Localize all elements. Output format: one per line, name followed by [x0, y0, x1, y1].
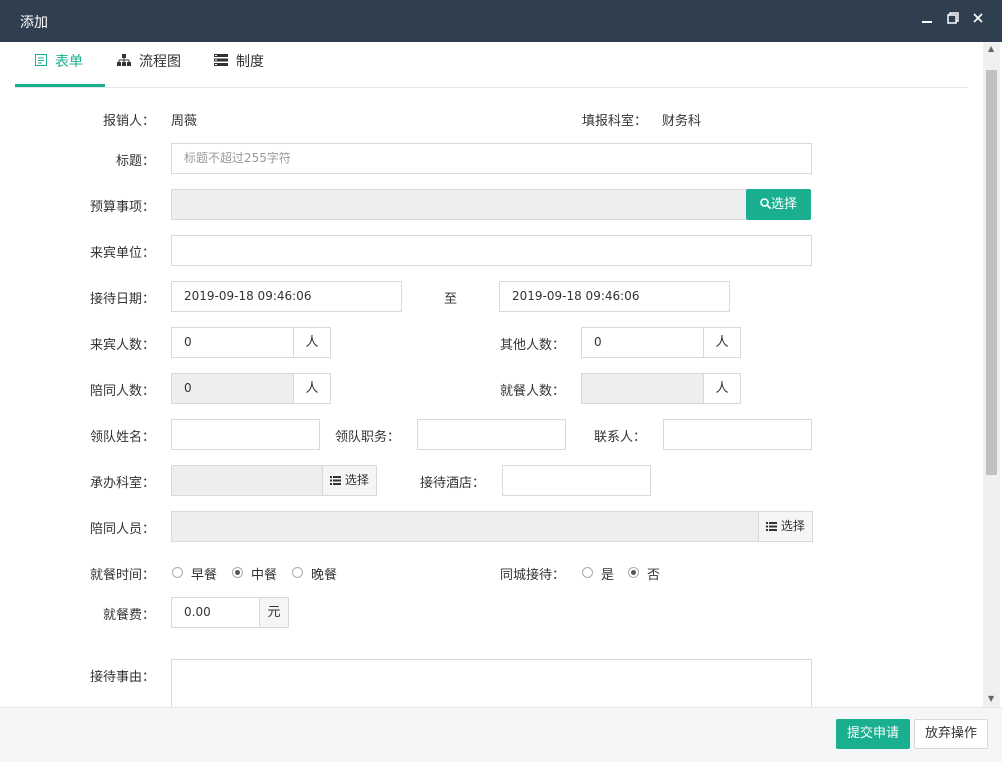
same-city-label: 同城接待： [499, 568, 565, 583]
window-title: 添加 [20, 15, 48, 31]
leader-name-input[interactable] [171, 419, 320, 450]
leader-title-input[interactable] [417, 419, 566, 450]
date-to-label: 至 [444, 292, 458, 307]
guest-count-label: 来宾人数： [89, 338, 155, 353]
accompany-staff-input[interactable] [171, 511, 759, 542]
tab-policy-label: 制度 [236, 54, 264, 70]
list-icon [766, 519, 778, 533]
handling-dept-label: 承办科室： [89, 476, 155, 491]
meal-count-input [581, 373, 704, 404]
list-icon [214, 42, 228, 82]
minimize-icon[interactable] [919, 12, 935, 28]
radio-breakfast-label: 早餐 [191, 568, 218, 583]
contact-input[interactable] [663, 419, 812, 450]
budget-label: 预算事项： [89, 200, 155, 215]
accompany-staff-label: 陪同人员： [89, 522, 155, 537]
cancel-button[interactable]: 放弃操作 [914, 719, 988, 749]
radio-dinner[interactable] [292, 567, 303, 578]
date-label: 接待日期： [89, 292, 155, 307]
tab-policy[interactable]: 制度 [214, 42, 284, 87]
radio-dinner-label: 晚餐 [311, 568, 338, 583]
radio-lunch[interactable] [232, 567, 243, 578]
meal-fee-label: 就餐费： [102, 608, 155, 623]
tab-flowchart-label: 流程图 [139, 54, 181, 70]
search-icon [760, 197, 772, 212]
handling-dept-select-label: 选择 [344, 473, 369, 487]
meal-time-label: 就餐时间： [89, 568, 155, 583]
reason-textarea[interactable] [171, 659, 812, 707]
budget-select-button[interactable]: 选择 [746, 189, 811, 220]
radio-breakfast[interactable] [172, 567, 183, 578]
radio-same-city-yes-label: 是 [601, 568, 615, 583]
flowchart-icon [117, 42, 131, 82]
date-to-input[interactable]: 2019-09-18 09:46:06 [499, 281, 730, 312]
handling-dept-select-button[interactable]: 选择 [322, 465, 377, 496]
accompany-count-input: 0 [171, 373, 294, 404]
close-icon[interactable] [970, 12, 986, 28]
accompany-count-label: 陪同人数： [89, 384, 155, 399]
budget-input[interactable] [171, 189, 747, 220]
restore-icon[interactable] [945, 12, 961, 28]
contact-label: 联系人： [593, 430, 646, 445]
other-count-unit: 人 [703, 327, 741, 358]
dialog-footer: 提交申请 放弃操作 [0, 707, 1002, 762]
date-from-input[interactable]: 2019-09-18 09:46:06 [171, 281, 402, 312]
guest-count-input[interactable]: 0 [171, 327, 294, 358]
leader-name-label: 领队姓名： [89, 430, 155, 445]
accompany-staff-select-label: 选择 [780, 519, 805, 533]
guest-unit-input[interactable] [171, 235, 812, 266]
other-count-label: 其他人数： [499, 338, 565, 353]
radio-lunch-label: 中餐 [251, 568, 278, 583]
radio-same-city-no[interactable] [628, 567, 639, 578]
tab-form-label: 表单 [55, 54, 83, 70]
scrollbar[interactable]: ▲ ▼ [983, 42, 1000, 707]
guest-count-unit: 人 [293, 327, 331, 358]
dept-label: 填报科室： [581, 114, 647, 129]
reporter-label: 报销人： [102, 114, 155, 129]
guest-unit-label: 来宾单位： [89, 246, 155, 261]
other-count-input[interactable]: 0 [581, 327, 704, 358]
scrollbar-thumb[interactable] [986, 70, 997, 475]
tab-bar: 表单 流程图 制度 [15, 42, 968, 88]
meal-count-unit: 人 [703, 373, 741, 404]
scroll-down-icon[interactable]: ▼ [988, 694, 994, 703]
reporter-value: 周薇 [171, 114, 198, 129]
reason-label: 接待事由： [89, 670, 155, 685]
submit-button[interactable]: 提交申请 [836, 719, 910, 749]
radio-same-city-no-label: 否 [647, 568, 661, 583]
tab-form[interactable]: 表单 [15, 42, 105, 87]
meal-fee-input[interactable]: 0.00 [171, 597, 260, 628]
window-titlebar: 添加 [0, 0, 1002, 42]
leader-title-label: 领队职务： [334, 430, 400, 445]
radio-same-city-yes[interactable] [582, 567, 593, 578]
accompany-staff-select-button[interactable]: 选择 [758, 511, 813, 542]
accompany-count-unit: 人 [293, 373, 331, 404]
tab-flowchart[interactable]: 流程图 [117, 42, 197, 87]
form-icon [35, 42, 47, 82]
title-input[interactable]: 标题不超过255字符 [171, 143, 812, 174]
hotel-label: 接待酒店： [419, 476, 485, 491]
budget-select-label: 选择 [770, 197, 797, 212]
hotel-input[interactable] [502, 465, 651, 496]
list-icon [330, 473, 342, 487]
title-label: 标题： [115, 154, 155, 169]
handling-dept-input[interactable] [171, 465, 323, 496]
meal-count-label: 就餐人数： [499, 384, 565, 399]
scroll-up-icon[interactable]: ▲ [988, 44, 994, 53]
meal-fee-unit: 元 [259, 597, 289, 628]
dept-value: 财务科 [662, 114, 702, 129]
